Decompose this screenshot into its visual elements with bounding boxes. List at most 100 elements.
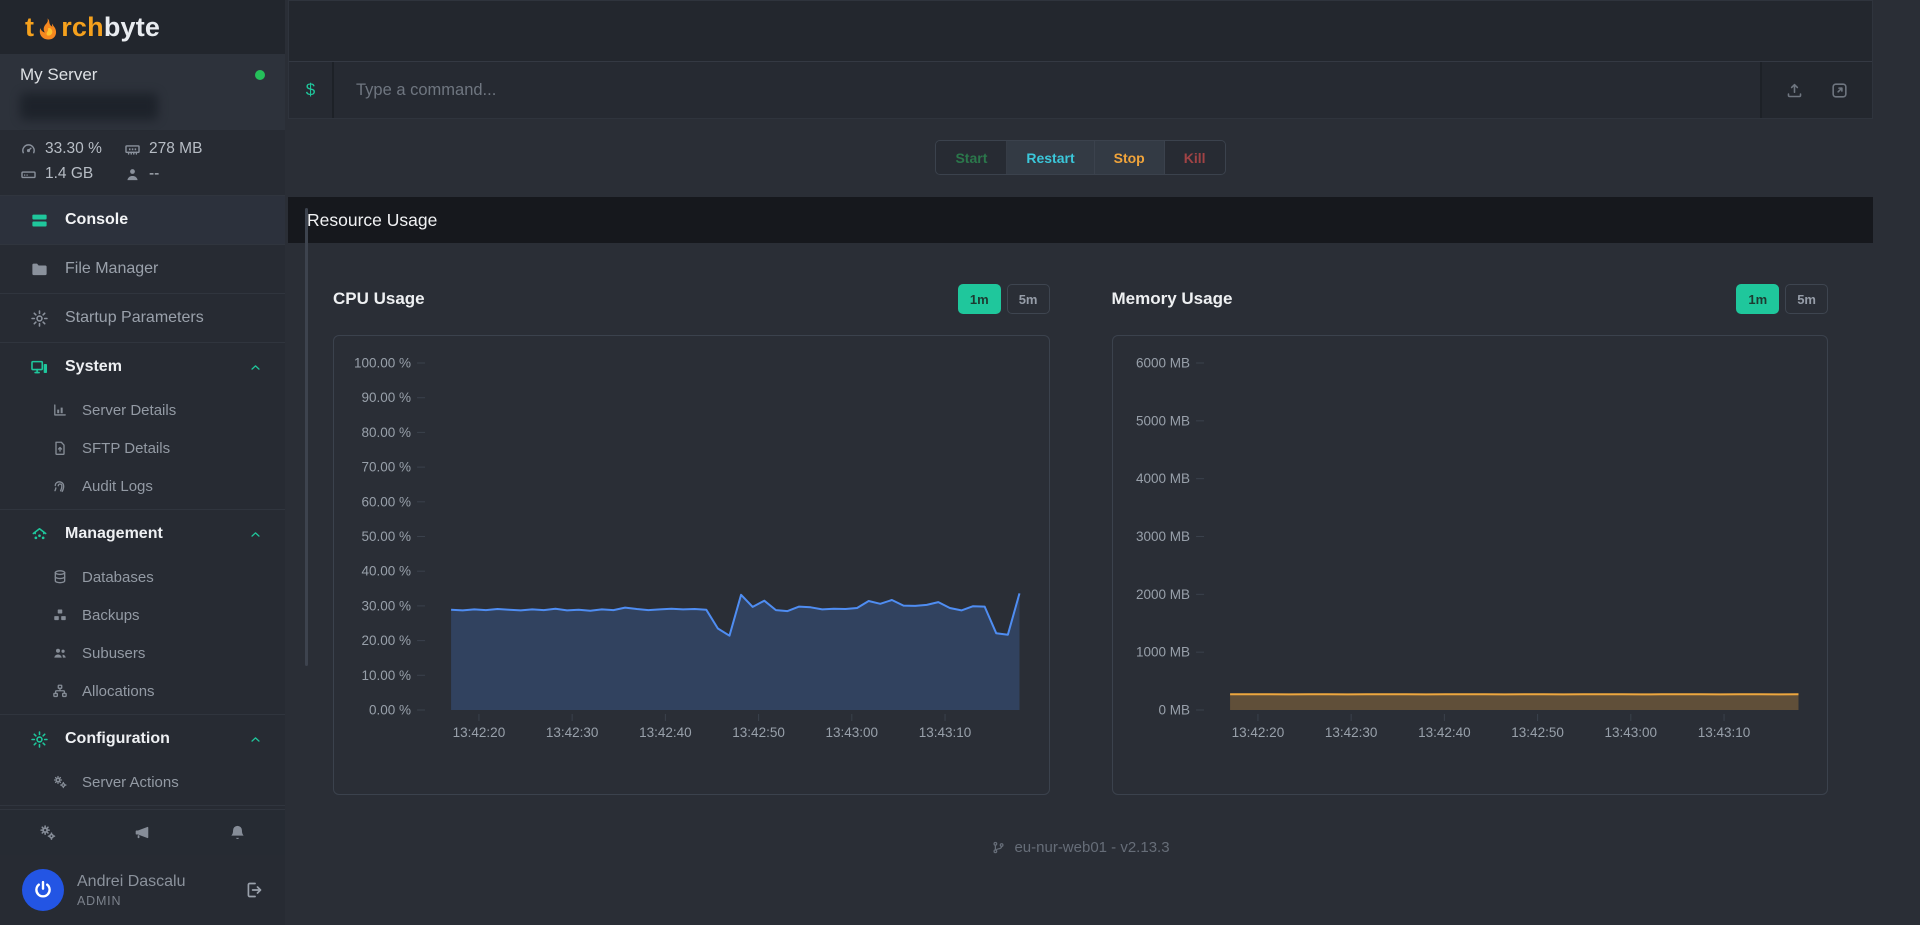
cpu-usage-panel: CPU Usage1m5m100.00 %90.00 %80.00 %70.00… xyxy=(333,284,1050,795)
sidebar-item-server-details[interactable]: Server Details xyxy=(0,391,285,429)
sidebar-scrollbar[interactable] xyxy=(305,208,308,666)
cpu-usage-chart: 100.00 %90.00 %80.00 %70.00 %60.00 %50.0… xyxy=(333,335,1050,795)
players-stat-value: -- xyxy=(149,165,159,183)
brand-middle: rch xyxy=(61,12,104,43)
cpu-usage-range-toggle: 1m5m xyxy=(958,284,1050,314)
sidebar-item-label: Configuration xyxy=(65,730,170,748)
sidebar-item-server-actions[interactable]: Server Actions xyxy=(0,763,285,801)
nav-group-startup-parameters: Startup Parameters xyxy=(0,294,285,343)
memory-usage-panel: Memory Usage1m5m6000 MB5000 MB4000 MB300… xyxy=(1112,284,1829,795)
sidebar-item-subusers[interactable]: Subusers xyxy=(0,634,285,672)
sidebar-item-system[interactable]: System xyxy=(0,343,285,391)
server-selector[interactable]: My Server xyxy=(0,54,285,130)
svg-text:80.00 %: 80.00 % xyxy=(361,425,411,440)
console-panel: $ xyxy=(288,0,1873,119)
svg-text:70.00 %: 70.00 % xyxy=(361,460,411,475)
svg-text:30.00 %: 30.00 % xyxy=(361,598,411,613)
user-icon xyxy=(124,166,141,183)
console-output[interactable] xyxy=(289,1,1872,62)
nav-group-file-manager: File Manager xyxy=(0,245,285,294)
sidebar-item-startup-parameters[interactable]: Startup Parameters xyxy=(0,294,285,342)
megaphone-icon[interactable] xyxy=(133,823,152,842)
svg-text:0.00 %: 0.00 % xyxy=(369,703,411,718)
section-header: Resource Usage xyxy=(288,197,1873,243)
popout-icon[interactable] xyxy=(1830,81,1849,100)
sidebar-item-file-manager[interactable]: File Manager xyxy=(0,245,285,293)
cpu-stat-value: 33.30 % xyxy=(45,140,102,158)
chevron-up-icon xyxy=(248,732,263,747)
svg-text:13:42:40: 13:42:40 xyxy=(1418,725,1471,740)
svg-text:13:42:40: 13:42:40 xyxy=(639,725,692,740)
chart-icon xyxy=(52,402,68,418)
git-branch-icon xyxy=(991,840,1006,855)
disk-stat: 1.4 GB xyxy=(20,165,124,183)
memory-usage-range-1m-button[interactable]: 1m xyxy=(1736,284,1779,314)
sidebar-item-label: Console xyxy=(65,211,128,229)
kill-button[interactable]: Kill xyxy=(1165,141,1225,174)
svg-text:60.00 %: 60.00 % xyxy=(361,494,411,509)
stop-button[interactable]: Stop xyxy=(1095,141,1165,174)
server-status-dot xyxy=(255,70,265,80)
cpu-usage-range-1m-button[interactable]: 1m xyxy=(958,284,1001,314)
gears-icon[interactable] xyxy=(38,823,57,842)
command-input[interactable] xyxy=(334,62,1760,118)
power-icon xyxy=(32,879,54,901)
chevron-up-icon xyxy=(248,527,263,542)
sidebar-bottombar xyxy=(0,809,285,855)
footer: eu-nur-web01 - v2.13.3 xyxy=(288,839,1873,856)
system-icon xyxy=(30,358,49,377)
memory-stat: 278 MB xyxy=(124,140,265,158)
memory-stat-value: 278 MB xyxy=(149,140,202,158)
svg-text:4000 MB: 4000 MB xyxy=(1135,471,1189,486)
memory-usage-range-5m-button[interactable]: 5m xyxy=(1785,284,1828,314)
logout-icon[interactable] xyxy=(243,880,263,900)
sidebar-item-backups[interactable]: Backups xyxy=(0,596,285,634)
home-network-icon xyxy=(30,525,49,544)
svg-text:0 MB: 0 MB xyxy=(1158,703,1190,718)
svg-text:13:43:00: 13:43:00 xyxy=(826,725,879,740)
sidebar: t rch byte My Server 33.30 % 278 MB 1.4 … xyxy=(0,0,285,925)
svg-text:13:42:50: 13:42:50 xyxy=(732,725,785,740)
sidebar-item-label: Startup Parameters xyxy=(65,309,204,327)
sidebar-item-databases[interactable]: Databases xyxy=(0,558,285,596)
gears-icon xyxy=(52,774,68,790)
sidebar-item-label: SFTP Details xyxy=(82,440,170,457)
sidebar-item-label: Audit Logs xyxy=(82,478,153,495)
nav-group-console: Console xyxy=(0,196,285,245)
svg-text:13:43:10: 13:43:10 xyxy=(919,725,972,740)
svg-text:13:43:10: 13:43:10 xyxy=(1697,725,1750,740)
svg-text:13:42:20: 13:42:20 xyxy=(453,725,506,740)
restart-button[interactable]: Restart xyxy=(1007,141,1094,174)
sitemap-icon xyxy=(52,683,68,699)
svg-text:13:42:30: 13:42:30 xyxy=(546,725,599,740)
sidebar-item-configuration[interactable]: Configuration xyxy=(0,715,285,763)
speedometer-icon xyxy=(20,141,37,158)
svg-text:13:42:20: 13:42:20 xyxy=(1231,725,1284,740)
disk-stat-value: 1.4 GB xyxy=(45,165,93,183)
cpu-usage-range-5m-button[interactable]: 5m xyxy=(1007,284,1050,314)
section-title: Resource Usage xyxy=(307,210,437,231)
file-upload-icon xyxy=(52,440,68,456)
upload-icon[interactable] xyxy=(1785,81,1804,100)
node-version: eu-nur-web01 - v2.13.3 xyxy=(1014,839,1169,856)
server-stats: 33.30 % 278 MB 1.4 GB -- xyxy=(0,130,285,195)
sidebar-item-sftp-details[interactable]: SFTP Details xyxy=(0,429,285,467)
brand-logo[interactable]: t rch byte xyxy=(0,0,285,54)
avatar[interactable] xyxy=(22,869,64,911)
sidebar-item-console[interactable]: Console xyxy=(0,196,285,244)
console-actions xyxy=(1760,62,1872,118)
bell-icon[interactable] xyxy=(228,823,247,842)
svg-text:20.00 %: 20.00 % xyxy=(361,633,411,648)
players-stat: -- xyxy=(124,165,265,183)
database-icon xyxy=(52,569,68,585)
sidebar-item-label: Management xyxy=(65,525,163,543)
sidebar-item-management[interactable]: Management xyxy=(0,510,285,558)
memory-usage-title: Memory Usage xyxy=(1112,289,1233,309)
svg-text:100.00 %: 100.00 % xyxy=(354,356,411,371)
start-button[interactable]: Start xyxy=(936,141,1007,174)
sidebar-item-audit-logs[interactable]: Audit Logs xyxy=(0,467,285,505)
folder-icon xyxy=(30,260,49,279)
boxes-icon xyxy=(52,607,68,623)
sidebar-item-allocations[interactable]: Allocations xyxy=(0,672,285,710)
sidebar-item-label: Subusers xyxy=(82,645,145,662)
